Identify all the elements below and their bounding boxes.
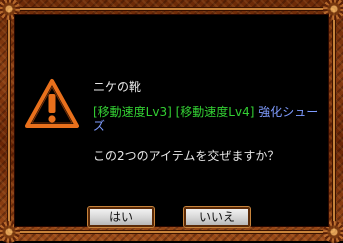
confirm-question: この2つのアイテムを交ぜますか？ bbox=[93, 149, 280, 163]
warning-triangle-icon bbox=[25, 79, 79, 128]
confirm-dialog: ニケの靴 [移動速度Lv3] [移動速度Lv4] 強化シューズ この2つのアイテ… bbox=[0, 0, 343, 243]
item-tag: [移動速度Lv3] bbox=[93, 105, 172, 119]
item-name-title: ニケの靴 bbox=[93, 80, 142, 94]
item-description: [移動速度Lv3] [移動速度Lv4] 強化シューズ bbox=[93, 105, 329, 133]
item-tag: [移動速度Lv4] bbox=[175, 105, 255, 119]
no-button[interactable]: いいえ bbox=[183, 206, 251, 228]
yes-button[interactable]: はい bbox=[87, 206, 155, 228]
